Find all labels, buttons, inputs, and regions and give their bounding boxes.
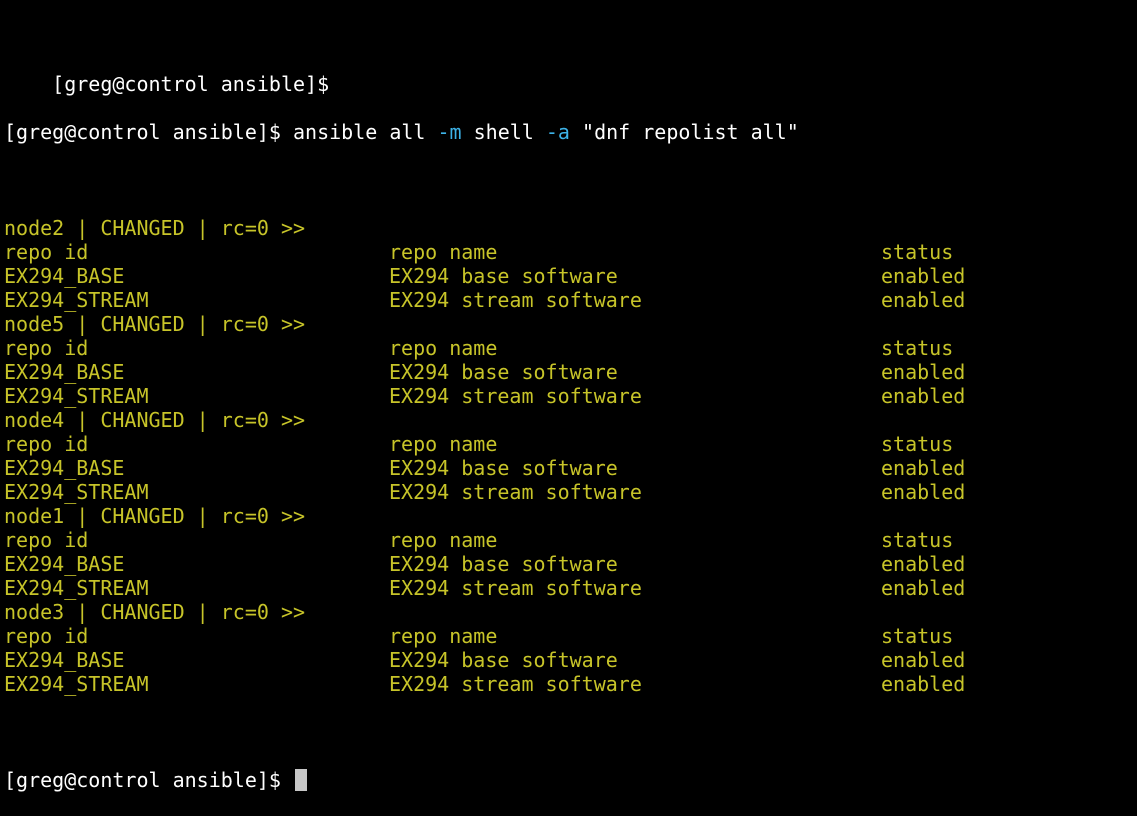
repo-name-cell: EX294 stream software bbox=[389, 288, 642, 312]
command-flag-args: -a bbox=[545, 120, 570, 144]
terminal-window[interactable]: [greg@control ansible]$ [greg@control an… bbox=[0, 0, 1137, 792]
repo-table-row: EX294_BASE EX294 base software enabled bbox=[0, 456, 1137, 480]
repo-name-cell: EX294 stream software bbox=[389, 576, 642, 600]
host-result-header: node3 | CHANGED | rc=0 >> bbox=[4, 600, 306, 624]
repo-name-cell: repo name bbox=[389, 336, 498, 360]
repo-name-cell: EX294 base software bbox=[389, 264, 618, 288]
host-result-header: node1 | CHANGED | rc=0 >> bbox=[4, 504, 306, 528]
repo-name-cell: EX294 stream software bbox=[389, 480, 642, 504]
command-line: [greg@control ansible]$ ansible all -m s… bbox=[0, 120, 1137, 144]
repo-table-row: EX294_BASE EX294 base software enabled bbox=[0, 360, 1137, 384]
command-text: "dnf repolist all" bbox=[569, 120, 799, 144]
repo-status-cell: enabled bbox=[881, 384, 966, 408]
repo-name-cell: repo name bbox=[389, 240, 498, 264]
repo-status-cell: status bbox=[881, 240, 954, 264]
repo-id-cell: EX294_BASE bbox=[4, 264, 125, 288]
repo-table-header: repo id repo name status bbox=[0, 528, 1137, 552]
repo-status-cell: status bbox=[881, 336, 954, 360]
repo-name-cell: EX294 base software bbox=[389, 360, 618, 384]
repo-id-cell: EX294_STREAM bbox=[4, 288, 149, 312]
repo-id-cell: repo id bbox=[4, 432, 89, 456]
repo-status-cell: enabled bbox=[881, 648, 966, 672]
repo-id-cell: EX294_BASE bbox=[4, 456, 125, 480]
shell-prompt: [greg@control ansible]$ bbox=[4, 768, 281, 792]
repo-table-header: repo id repo name status bbox=[0, 240, 1137, 264]
repo-name-cell: EX294 stream software bbox=[389, 384, 642, 408]
repo-status-cell: status bbox=[881, 528, 954, 552]
repo-table-header: repo id repo name status bbox=[0, 336, 1137, 360]
repo-id-cell: EX294_STREAM bbox=[4, 672, 149, 696]
repo-id-cell: EX294_STREAM bbox=[4, 576, 149, 600]
repo-name-cell: EX294 stream software bbox=[389, 672, 642, 696]
repo-status-cell: enabled bbox=[881, 576, 966, 600]
repo-status-cell: enabled bbox=[881, 456, 966, 480]
repo-id-cell: repo id bbox=[4, 624, 89, 648]
repo-id-cell: repo id bbox=[4, 528, 89, 552]
repo-name-cell: repo name bbox=[389, 432, 498, 456]
repo-table-row: EX294_STREAM EX294 stream software enabled bbox=[0, 576, 1137, 600]
repo-status-cell: status bbox=[881, 624, 954, 648]
repo-table-row: EX294_STREAM EX294 stream software enabled bbox=[0, 672, 1137, 696]
repo-table-row: EX294_STREAM EX294 stream software enabled bbox=[0, 288, 1137, 312]
host-result-header: node5 | CHANGED | rc=0 >> bbox=[4, 312, 306, 336]
host-result-header: node2 | CHANGED | rc=0 >> bbox=[4, 216, 306, 240]
repo-id-cell: EX294_STREAM bbox=[4, 384, 149, 408]
repo-table-header: repo id repo name status bbox=[0, 624, 1137, 648]
repo-table-row: EX294_BASE EX294 base software enabled bbox=[0, 264, 1137, 288]
repo-status-cell: enabled bbox=[881, 480, 966, 504]
text-cursor bbox=[295, 769, 307, 791]
repo-name-cell: EX294 base software bbox=[389, 552, 618, 576]
command-text: shell bbox=[461, 120, 546, 144]
repo-id-cell: EX294_BASE bbox=[4, 648, 125, 672]
repo-status-cell: enabled bbox=[881, 360, 966, 384]
shell-prompt: [greg@control ansible]$ bbox=[52, 72, 330, 96]
repo-name-cell: repo name bbox=[389, 528, 498, 552]
repo-id-cell: repo id bbox=[4, 336, 89, 360]
repo-id-cell: repo id bbox=[4, 240, 89, 264]
repo-id-cell: EX294_STREAM bbox=[4, 480, 149, 504]
repo-name-cell: EX294 base software bbox=[389, 648, 618, 672]
prompt-line-initial: [greg@control ansible]$ bbox=[0, 48, 1137, 96]
host-result-header: node4 | CHANGED | rc=0 >> bbox=[4, 408, 306, 432]
prompt-line-final[interactable]: [greg@control ansible]$ bbox=[0, 768, 1137, 792]
repo-table-header: repo id repo name status bbox=[0, 432, 1137, 456]
repo-name-cell: repo name bbox=[389, 624, 498, 648]
repo-status-cell: enabled bbox=[881, 552, 966, 576]
shell-prompt: [greg@control ansible]$ bbox=[4, 120, 281, 144]
repo-id-cell: EX294_BASE bbox=[4, 552, 125, 576]
command-output: node2 | CHANGED | rc=0 >> repo id repo nam… bbox=[0, 216, 1137, 696]
repo-table-row: EX294_BASE EX294 base software enabled bbox=[0, 552, 1137, 576]
repo-table-row: EX294_BASE EX294 base software enabled bbox=[0, 648, 1137, 672]
repo-status-cell: status bbox=[881, 432, 954, 456]
repo-table-row: EX294_STREAM EX294 stream software enabled bbox=[0, 384, 1137, 408]
command-flag-module: -m bbox=[437, 120, 462, 144]
repo-status-cell: enabled bbox=[881, 288, 966, 312]
repo-name-cell: EX294 base software bbox=[389, 456, 618, 480]
repo-status-cell: enabled bbox=[881, 672, 966, 696]
repo-table-row: EX294_STREAM EX294 stream software enabled bbox=[0, 480, 1137, 504]
repo-id-cell: EX294_BASE bbox=[4, 360, 125, 384]
repo-status-cell: enabled bbox=[881, 264, 966, 288]
command-text: ansible all bbox=[280, 120, 438, 144]
